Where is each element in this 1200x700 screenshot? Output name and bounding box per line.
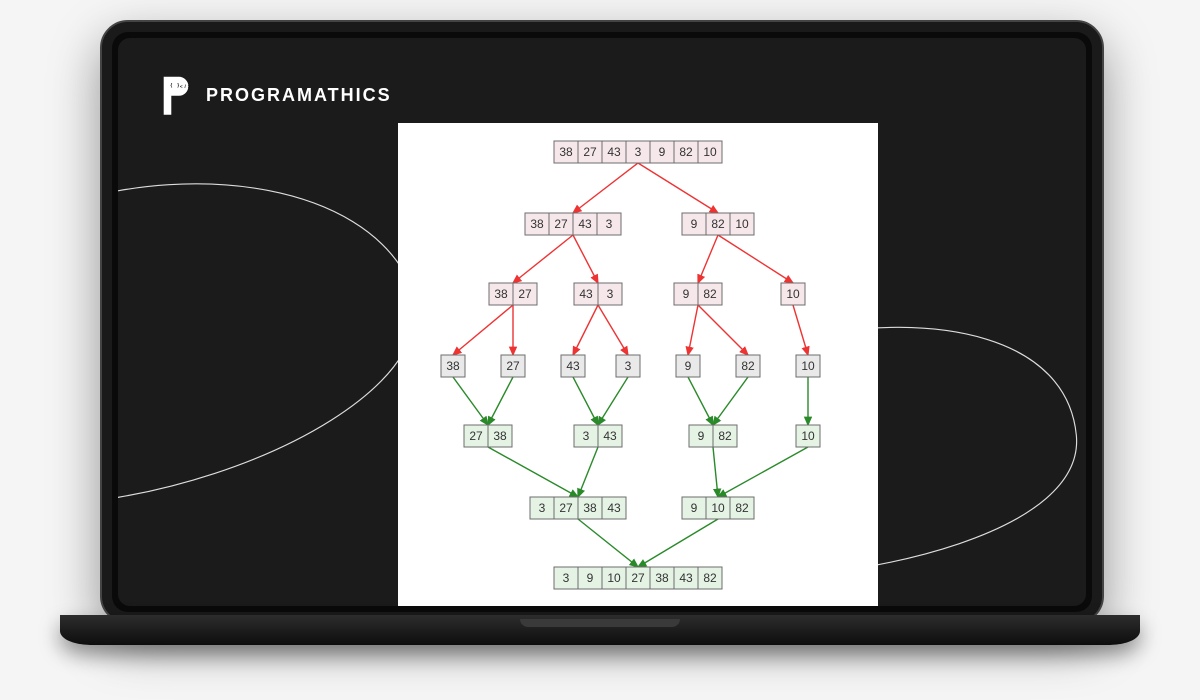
array-value: 82 (703, 287, 717, 301)
split-arrow (638, 163, 718, 213)
split-arrow (453, 305, 513, 355)
array-value: 3 (635, 145, 642, 159)
array-value: 10 (703, 145, 717, 159)
array-value: 43 (603, 429, 617, 443)
array-value: 9 (691, 217, 698, 231)
array-value: 10 (801, 359, 815, 373)
screen-frame: </> { } PROGRAMATHICS (100, 20, 1104, 624)
array-value: 82 (718, 429, 732, 443)
array-value: 3 (539, 501, 546, 515)
brand-icon: </> { } (158, 73, 196, 117)
split-arrow (698, 305, 748, 355)
array-value: 9 (683, 287, 690, 301)
merge-arrow (488, 447, 578, 497)
array-value: 3 (606, 217, 613, 231)
svg-text:{ }: { } (170, 82, 181, 88)
laptop-notch (520, 619, 680, 627)
merge-arrow (578, 447, 598, 497)
array-value: 9 (587, 571, 594, 585)
array-value: 3 (563, 571, 570, 585)
array-value: 38 (446, 359, 460, 373)
array-value: 82 (741, 359, 755, 373)
array-value: 27 (559, 501, 573, 515)
split-arrow (573, 235, 598, 283)
merge-sort-diagram: 38 27 43 3 9 82 10 38 27 43 3 9 82 10 38 27 43 3 9 82 10 38 27… (398, 123, 878, 606)
array-value: 9 (698, 429, 705, 443)
svg-text:</>: </> (180, 84, 193, 90)
array-value: 38 (655, 571, 669, 585)
merge-arrow (713, 377, 748, 425)
array-value: 10 (735, 217, 749, 231)
merge-arrow (578, 519, 638, 567)
array-value: 3 (607, 287, 614, 301)
diagram-svg: 38 27 43 3 9 82 10 38 27 43 3 9 82 10 38 27 43 3 9 82 10 38 27… (398, 123, 878, 606)
laptop-mockup: </> { } PROGRAMATHICS (60, 20, 1140, 680)
array-value: 10 (801, 429, 815, 443)
array-value: 43 (607, 145, 621, 159)
array-value: 27 (554, 217, 568, 231)
array-value: 10 (607, 571, 621, 585)
array-value: 3 (625, 359, 632, 373)
array-value: 82 (679, 145, 693, 159)
array-value: 43 (578, 217, 592, 231)
array-value: 10 (786, 287, 800, 301)
array-value: 10 (711, 501, 725, 515)
array-value: 38 (530, 217, 544, 231)
array-value: 82 (703, 571, 717, 585)
array-value: 3 (583, 429, 590, 443)
merge-arrow (713, 447, 718, 497)
split-arrow (698, 235, 718, 283)
array-value: 27 (506, 359, 520, 373)
split-arrow (793, 305, 808, 355)
array-value: 27 (583, 145, 597, 159)
split-arrow (573, 163, 638, 213)
merge-arrow (573, 377, 598, 425)
array-value: 43 (579, 287, 593, 301)
array-value: 43 (566, 359, 580, 373)
brand-name: PROGRAMATHICS (206, 85, 392, 106)
array-value: 38 (494, 287, 508, 301)
array-value: 38 (583, 501, 597, 515)
array-value: 43 (607, 501, 621, 515)
merge-arrow (638, 519, 718, 567)
merge-arrow (598, 377, 628, 425)
array-value: 27 (469, 429, 483, 443)
array-value: 43 (679, 571, 693, 585)
merge-arrow (488, 377, 513, 425)
split-arrow (688, 305, 698, 355)
array-value: 38 (559, 145, 573, 159)
array-value: 9 (685, 359, 692, 373)
array-value: 27 (518, 287, 532, 301)
array-value: 38 (493, 429, 507, 443)
screen: </> { } PROGRAMATHICS (118, 38, 1086, 606)
split-arrow (598, 305, 628, 355)
split-arrow (573, 305, 598, 355)
array-value: 9 (691, 501, 698, 515)
merge-arrow (453, 377, 488, 425)
array-value: 82 (735, 501, 749, 515)
array-value: 9 (659, 145, 666, 159)
merge-arrow (688, 377, 713, 425)
merge-arrow (718, 447, 808, 497)
brand-logo: </> { } PROGRAMATHICS (158, 73, 392, 117)
split-arrow (718, 235, 793, 283)
split-arrow (513, 235, 573, 283)
array-value: 27 (631, 571, 645, 585)
array-value: 82 (711, 217, 725, 231)
